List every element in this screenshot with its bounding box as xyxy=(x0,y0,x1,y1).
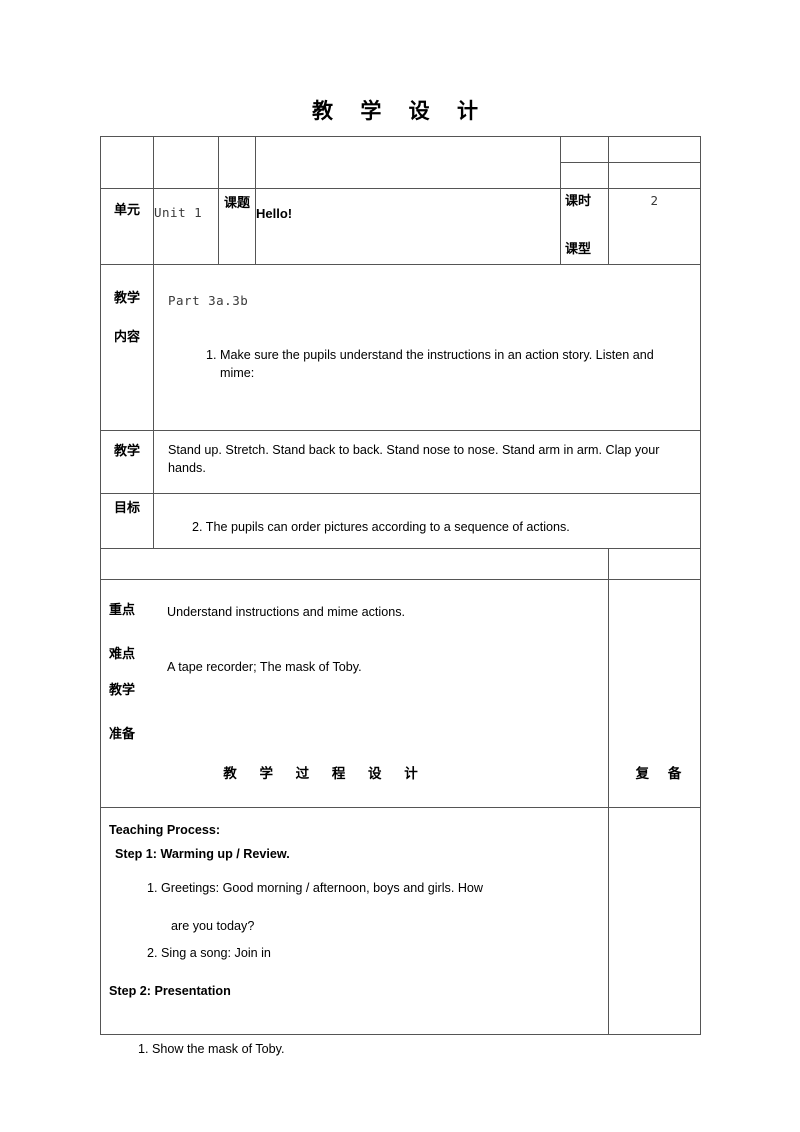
preparation-value: A tape recorder; The mask of Toby. xyxy=(167,660,362,674)
objective-item-2: 2. The pupils can order pictures accordi… xyxy=(192,520,570,534)
process-header-right: 复 备 xyxy=(635,766,689,782)
table-row-content: 教学 内容 Part 3a.3b 1. Make sure the pupils… xyxy=(100,264,701,431)
table-row-blank-band xyxy=(100,548,701,580)
cell-blank-e1 xyxy=(560,136,609,163)
objectives-label-top: 教学 xyxy=(100,430,154,494)
unit-label: 单元 xyxy=(100,188,154,265)
process-body-cell: Teaching Process: Step 1: Warming up / R… xyxy=(100,807,609,1035)
periods-label: 课时 课型 xyxy=(560,188,609,265)
preparation-label-line2: 准备 xyxy=(109,727,136,742)
table-row-objectives-b: 目标 2. The pupils can order pictures acco… xyxy=(100,493,701,549)
difficult-points-label: 难点 xyxy=(109,647,136,662)
objective-item-1: 1. Make sure the pupils understand the i… xyxy=(206,347,654,381)
step-2-item-1: 1. Show the mask of Toby. xyxy=(138,1042,285,1056)
table-row-key-points: 重点 Understand instructions and mime acti… xyxy=(100,579,701,808)
content-label: 教学 内容 xyxy=(100,264,154,431)
cell-blank-f1 xyxy=(608,136,701,163)
lesson-plan-table: 单元 Unit 1 课题 Hello! 课时 课型 2 教学 内容 Part 3… xyxy=(100,136,701,1035)
cell-blank-b xyxy=(153,136,219,189)
step-1-heading: Step 1: Warming up / Review. xyxy=(115,847,290,861)
objectives-label-bottom: 目标 xyxy=(100,493,154,549)
topic-value: Hello! xyxy=(255,188,561,265)
after-table-content: 1. Show the mask of Toby. xyxy=(100,1042,700,1056)
step-1-item-1-cont: are you today? xyxy=(171,919,255,934)
class-type-label: 课型 xyxy=(565,241,592,257)
cell-blank-a xyxy=(100,136,154,189)
table-row-top-blank xyxy=(100,136,701,189)
content-value-cell: Part 3a.3b 1. Make sure the pupils under… xyxy=(153,264,701,431)
review-prep-body-cell xyxy=(608,807,701,1035)
preparation-label-line1: 教学 xyxy=(109,683,136,698)
step-2-heading: Step 2: Presentation xyxy=(109,983,231,998)
key-points-label: 重点 xyxy=(109,603,136,618)
step-1-item-1: 1. Greetings: Good morning / afternoon, … xyxy=(147,881,484,895)
document-page: 教 学 设 计 单元 Unit 1 课题 Hello! 课时 课型 2 教学 内… xyxy=(0,0,800,1132)
cell-blank-e2 xyxy=(560,162,609,189)
table-row-process-body: Teaching Process: Step 1: Warming up / R… xyxy=(100,807,701,1035)
objectives-detail: Stand up. Stretch. Stand back to back. S… xyxy=(153,430,701,494)
process-header-left: 教 学 过 程 设 计 xyxy=(223,766,427,782)
cell-blank-c xyxy=(218,136,256,189)
page-title: 教 学 设 计 xyxy=(312,99,488,123)
objective-item-2-cell: 2. The pupils can order pictures accordi… xyxy=(153,493,701,549)
cell-blank-right-band xyxy=(608,548,701,580)
teaching-process-heading: Teaching Process: xyxy=(109,823,221,837)
key-points-value: Understand instructions and mime actions… xyxy=(167,605,405,619)
cell-blank-d xyxy=(255,136,561,189)
cell-blank-left-band xyxy=(100,548,609,580)
step-1-item-2: 2. Sing a song: Join in xyxy=(147,945,271,960)
table-row-objectives-a: 教学 Stand up. Stretch. Stand back to back… xyxy=(100,430,701,494)
cell-blank-f2 xyxy=(608,162,701,189)
content-part: Part 3a.3b xyxy=(168,293,249,308)
review-prep-cell: 复 备 xyxy=(608,579,701,808)
topic-label: 课题 xyxy=(218,188,256,265)
key-points-cell: 重点 Understand instructions and mime acti… xyxy=(100,579,609,808)
periods-value: 2 xyxy=(608,188,701,265)
table-row-unit: 单元 Unit 1 课题 Hello! 课时 课型 2 xyxy=(100,188,701,265)
unit-value: Unit 1 xyxy=(153,188,219,265)
